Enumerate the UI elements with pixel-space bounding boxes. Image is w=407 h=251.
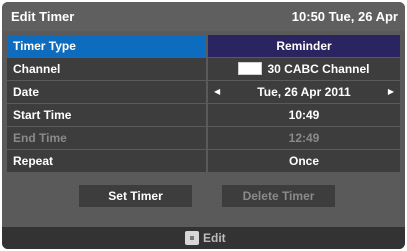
channel-logo-icon — [238, 62, 263, 75]
right-arrow-icon[interactable]: ▶ — [388, 81, 394, 103]
row-label: Timer Type — [7, 35, 206, 57]
dialog-title: Edit Timer — [11, 9, 75, 24]
channel-value[interactable]: 30 CABC Channel — [208, 58, 400, 80]
date-value: Tue, 26 Apr 2011 — [257, 85, 351, 99]
dpad-icon — [185, 231, 199, 245]
row-label: Channel — [7, 58, 206, 80]
footer-hint: Edit — [185, 231, 226, 245]
set-timer-button[interactable]: Set Timer — [79, 185, 192, 207]
repeat-value[interactable]: Once — [208, 150, 400, 172]
row-start-time[interactable]: Start Time 10:49 — [7, 104, 400, 126]
timer-type-value[interactable]: Reminder — [208, 35, 400, 57]
row-label: Date — [7, 81, 206, 103]
end-time-value: 12:49 — [208, 127, 400, 149]
delete-timer-button: Delete Timer — [222, 185, 335, 207]
action-buttons: Set Timer Delete Timer — [2, 185, 405, 211]
row-date[interactable]: Date ◀ Tue, 26 Apr 2011 ▶ — [7, 81, 400, 103]
start-time-value[interactable]: 10:49 — [208, 104, 400, 126]
clock-display: 10:50 Tue, 26 Apr — [291, 9, 398, 24]
row-channel[interactable]: Channel 30 CABC Channel — [7, 58, 400, 80]
row-timer-type[interactable]: Timer Type Reminder — [7, 35, 400, 57]
date-selector[interactable]: ◀ Tue, 26 Apr 2011 ▶ — [208, 81, 400, 103]
row-repeat[interactable]: Repeat Once — [7, 150, 400, 172]
channel-name: 30 CABC Channel — [267, 62, 370, 76]
dialog-header: Edit Timer 10:50 Tue, 26 Apr — [2, 2, 405, 31]
row-end-time: End Time 12:49 — [7, 127, 400, 149]
footer-hint-label: Edit — [203, 231, 226, 245]
row-label: Start Time — [7, 104, 206, 126]
edit-timer-dialog: Edit Timer 10:50 Tue, 26 Apr Timer Type … — [2, 2, 405, 249]
footer-hint-bar: Edit — [2, 227, 405, 249]
timer-settings-list: Timer Type Reminder Channel 30 CABC Chan… — [7, 35, 400, 173]
row-label: Repeat — [7, 150, 206, 172]
row-label: End Time — [7, 127, 206, 149]
left-arrow-icon[interactable]: ◀ — [214, 81, 220, 103]
